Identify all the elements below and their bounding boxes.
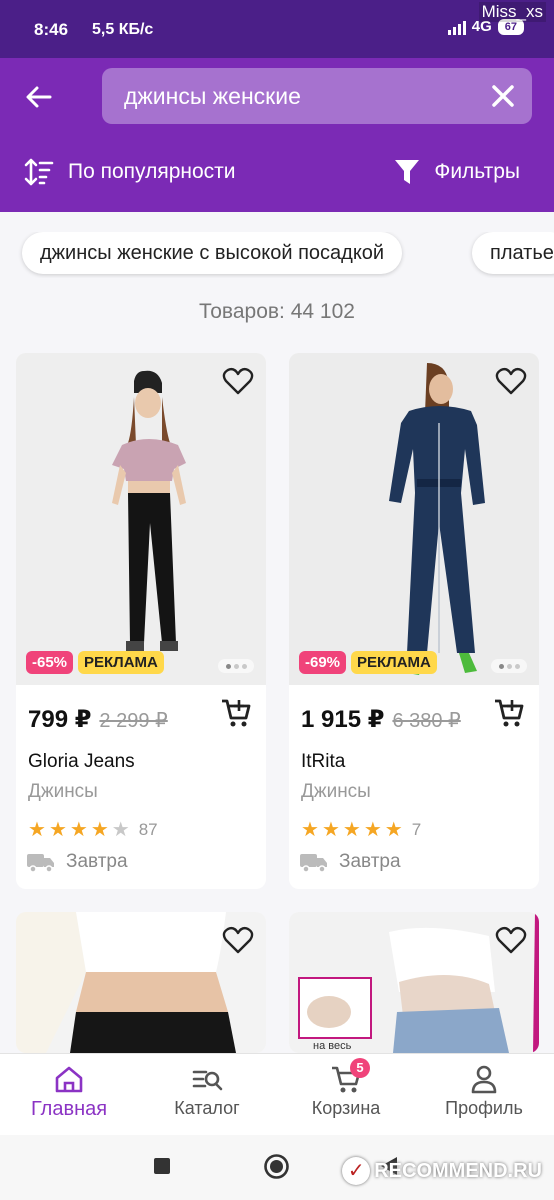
ad-badge: РЕКЛАМА: [78, 651, 164, 674]
price: 799 ₽: [28, 706, 92, 733]
star-icon: ★: [384, 819, 403, 841]
recommend-logo-icon: ✓: [342, 1157, 371, 1185]
delivery-info: Завтра: [299, 851, 401, 873]
favorite-heart-icon[interactable]: [222, 365, 254, 397]
star-empty-icon: ★: [111, 819, 130, 841]
nav-label: Главная: [30, 1098, 108, 1120]
delivery-text: Завтра: [66, 851, 128, 872]
favorite-heart-icon[interactable]: [222, 924, 254, 956]
nav-label: Корзина: [311, 1098, 381, 1118]
watermark-username: Miss_xs: [478, 2, 546, 22]
home-icon: [55, 1066, 83, 1093]
star-icon: ★: [90, 819, 109, 841]
system-navigation-bar: ✓ RECOMMEND.RU: [0, 1135, 554, 1200]
back-arrow-icon[interactable]: [22, 80, 56, 114]
rating-count: 7: [411, 819, 422, 839]
image-pager-dots: [491, 659, 527, 673]
filters-label: Фильтры: [434, 160, 520, 183]
rating: ★ ★ ★ ★ ★ 7: [301, 817, 421, 842]
clear-search-icon[interactable]: [488, 81, 518, 111]
star-icon: ★: [28, 819, 46, 841]
star-icon: ★: [48, 819, 67, 841]
add-to-cart-icon[interactable]: [220, 697, 252, 729]
price: 1 915 ₽: [301, 706, 385, 733]
discount-badge: -65%: [26, 651, 74, 674]
product-brand: ItRita: [301, 751, 346, 772]
rating-count: 87: [138, 819, 158, 839]
rating: ★ ★ ★ ★ ★ 87: [28, 817, 158, 842]
catalog-search-icon: [192, 1070, 223, 1091]
product-card[interactable]: -65% РЕКЛАМА 799 ₽ 2 299 ₽ Gloria Jeans …: [16, 353, 266, 889]
status-speed: 5,5 КБ/с: [92, 21, 154, 38]
product-card[interactable]: [16, 912, 266, 1053]
filter-icon: [395, 160, 420, 184]
status-bar: 8:46 5,5 КБ/с 4G 67 Miss_xs: [0, 0, 554, 58]
home-circle-icon[interactable]: [263, 1153, 290, 1180]
product-card[interactable]: на весь: [289, 912, 539, 1053]
star-icon: ★: [69, 819, 88, 841]
product-image[interactable]: [16, 353, 266, 685]
cart-count-badge: 5: [350, 1058, 370, 1078]
products-count: Товаров: 44 102: [199, 300, 355, 323]
sort-button[interactable]: По популярности: [24, 158, 236, 186]
sort-icon: [24, 158, 54, 186]
old-price: 2 299 ₽: [99, 710, 168, 732]
signal-icon: [447, 19, 466, 35]
star-icon: ★: [342, 819, 361, 841]
ad-badge: РЕКЛАМА: [351, 651, 437, 674]
image-pager-dots: [218, 659, 254, 673]
star-icon: ★: [321, 819, 340, 841]
search-box: [102, 68, 532, 124]
discount-badge: -69%: [299, 651, 347, 674]
image-caption: на весь: [313, 1040, 352, 1052]
truck-icon: [300, 854, 327, 873]
nav-profile[interactable]: Профиль: [415, 1064, 553, 1119]
suggestion-chip[interactable]: джинсы женские с высокой посадкой: [22, 232, 403, 274]
model-photo: [16, 353, 266, 685]
filters-button[interactable]: Фильтры: [394, 158, 520, 186]
price-row: 799 ₽ 2 299 ₽: [28, 705, 168, 734]
sort-label: По популярности: [68, 160, 236, 183]
star-icon: ★: [301, 819, 319, 841]
add-to-cart-icon[interactable]: [493, 697, 525, 729]
suggestion-chips: джинсы женские с высокой посадкой платье: [0, 232, 554, 278]
star-icon: ★: [363, 819, 382, 841]
favorite-heart-icon[interactable]: [495, 924, 527, 956]
product-type: Джинсы: [301, 781, 371, 802]
delivery-text: Завтра: [339, 851, 401, 872]
product-card[interactable]: -69% РЕКЛАМА 1 915 ₽ 6 380 ₽ ItRita Джин…: [289, 353, 539, 889]
favorite-heart-icon[interactable]: [495, 365, 527, 397]
nav-label: Каталог: [174, 1098, 240, 1118]
suggestion-chip[interactable]: платье: [472, 232, 554, 274]
status-time: 8:46: [34, 20, 69, 39]
search-header: По популярности Фильтры: [0, 58, 554, 212]
watermark: ✓ RECOMMEND.RU: [342, 1157, 542, 1185]
delivery-info: Завтра: [26, 851, 128, 873]
product-type: Джинсы: [28, 781, 98, 802]
cart-icon: 5: [330, 1058, 370, 1094]
recents-square-icon[interactable]: [153, 1157, 171, 1175]
nav-cart[interactable]: 5 Корзина: [277, 1058, 415, 1119]
price-row: 1 915 ₽ 6 380 ₽: [301, 705, 461, 734]
truck-icon: [27, 854, 54, 873]
product-brand: Gloria Jeans: [28, 751, 135, 772]
search-input[interactable]: [124, 68, 484, 124]
model-photo: [289, 353, 539, 685]
nav-catalog[interactable]: Каталог: [138, 1064, 276, 1119]
profile-icon: [471, 1065, 497, 1094]
old-price: 6 380 ₽: [392, 710, 461, 732]
nav-home[interactable]: Главная: [0, 1064, 138, 1121]
product-image[interactable]: [289, 353, 539, 685]
nav-label: Профиль: [445, 1098, 523, 1118]
bottom-navigation: Главная Каталог 5 Корзина Профиль: [0, 1053, 554, 1135]
